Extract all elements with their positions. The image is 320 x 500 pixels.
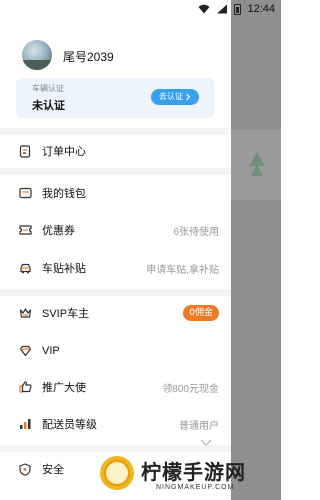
menu-item-svip[interactable]: SVIP车主 0佣金	[0, 296, 231, 330]
wallet-icon	[18, 186, 32, 200]
vehicle-status: 未认证	[32, 99, 65, 112]
avatar[interactable]	[22, 40, 52, 70]
menu-item-label: 配送员等级	[42, 419, 97, 431]
signal-icon	[217, 4, 228, 14]
menu-item-car-subsidy[interactable]: 车贴补贴 申请车贴,拿补贴	[0, 251, 231, 285]
menu-item-label: 我的钱包	[42, 188, 86, 200]
level-icon	[18, 417, 32, 431]
section-divider	[0, 168, 231, 175]
status-time: 12:44	[247, 3, 275, 15]
watermark-subtitle: NINGMAKEUP.COM	[156, 484, 235, 491]
chevron-right-icon	[186, 93, 191, 101]
lemon-logo-icon	[100, 456, 134, 490]
vehicle-label: 车辆认证	[32, 84, 64, 93]
shield-icon	[18, 462, 32, 476]
menu-item-hint: 普通用户	[179, 420, 219, 432]
menu-item-orders[interactable]: 订单中心	[0, 134, 231, 168]
verify-button[interactable]: 去认证	[151, 89, 199, 105]
menu-item-coupons[interactable]: 优惠券 6张待使用	[0, 213, 231, 247]
username: 尾号2039	[63, 50, 114, 64]
coupon-icon	[18, 223, 32, 237]
commission-badge: 0佣金	[183, 305, 219, 321]
crown-icon	[18, 306, 32, 320]
menu-item-vip[interactable]: VIP	[0, 334, 231, 368]
menu-item-label: VIP	[42, 345, 60, 357]
tree-icon-lower	[251, 164, 263, 176]
menu-item-label: 订单中心	[42, 146, 86, 158]
car-icon	[18, 261, 32, 275]
status-bar: 12:44	[0, 0, 281, 20]
battery-icon	[234, 3, 242, 15]
navigation-drawer: 尾号2039 车辆认证 未认证 去认证 订单中心 我的钱包 优惠券 6张待使用	[0, 0, 231, 500]
menu-item-label: 安全	[42, 464, 64, 476]
menu-item-label: 推广大使	[42, 382, 86, 394]
thumbs-up-icon	[18, 380, 32, 394]
order-icon	[18, 144, 32, 158]
vehicle-verification-card[interactable]: 车辆认证 未认证 去认证	[16, 78, 214, 118]
menu-item-hint: 领800元现金	[162, 383, 219, 395]
menu-item-hint: 6张待使用	[173, 226, 219, 238]
verify-button-label: 去认证	[159, 92, 183, 101]
site-watermark: 柠檬手游网 NINGMAKEUP.COM	[96, 452, 276, 498]
menu-item-hint: 申请车贴,拿补贴	[146, 264, 219, 276]
section-divider	[0, 289, 231, 296]
diamond-icon	[18, 344, 32, 358]
menu-item-courier-level[interactable]: 配送员等级 普通用户	[0, 407, 231, 441]
menu-item-label: 车贴补贴	[42, 263, 86, 275]
watermark-title: 柠檬手游网	[141, 460, 246, 484]
chevron-down-icon[interactable]	[196, 437, 216, 449]
menu-item-label: SVIP车主	[42, 308, 90, 320]
background-app-scrim[interactable]	[231, 0, 281, 500]
menu-item-promoter[interactable]: 推广大使 领800元现金	[0, 370, 231, 404]
menu-item-wallet[interactable]: 我的钱包	[0, 176, 231, 210]
menu-item-label: 优惠券	[42, 225, 75, 237]
wifi-icon	[198, 4, 210, 14]
